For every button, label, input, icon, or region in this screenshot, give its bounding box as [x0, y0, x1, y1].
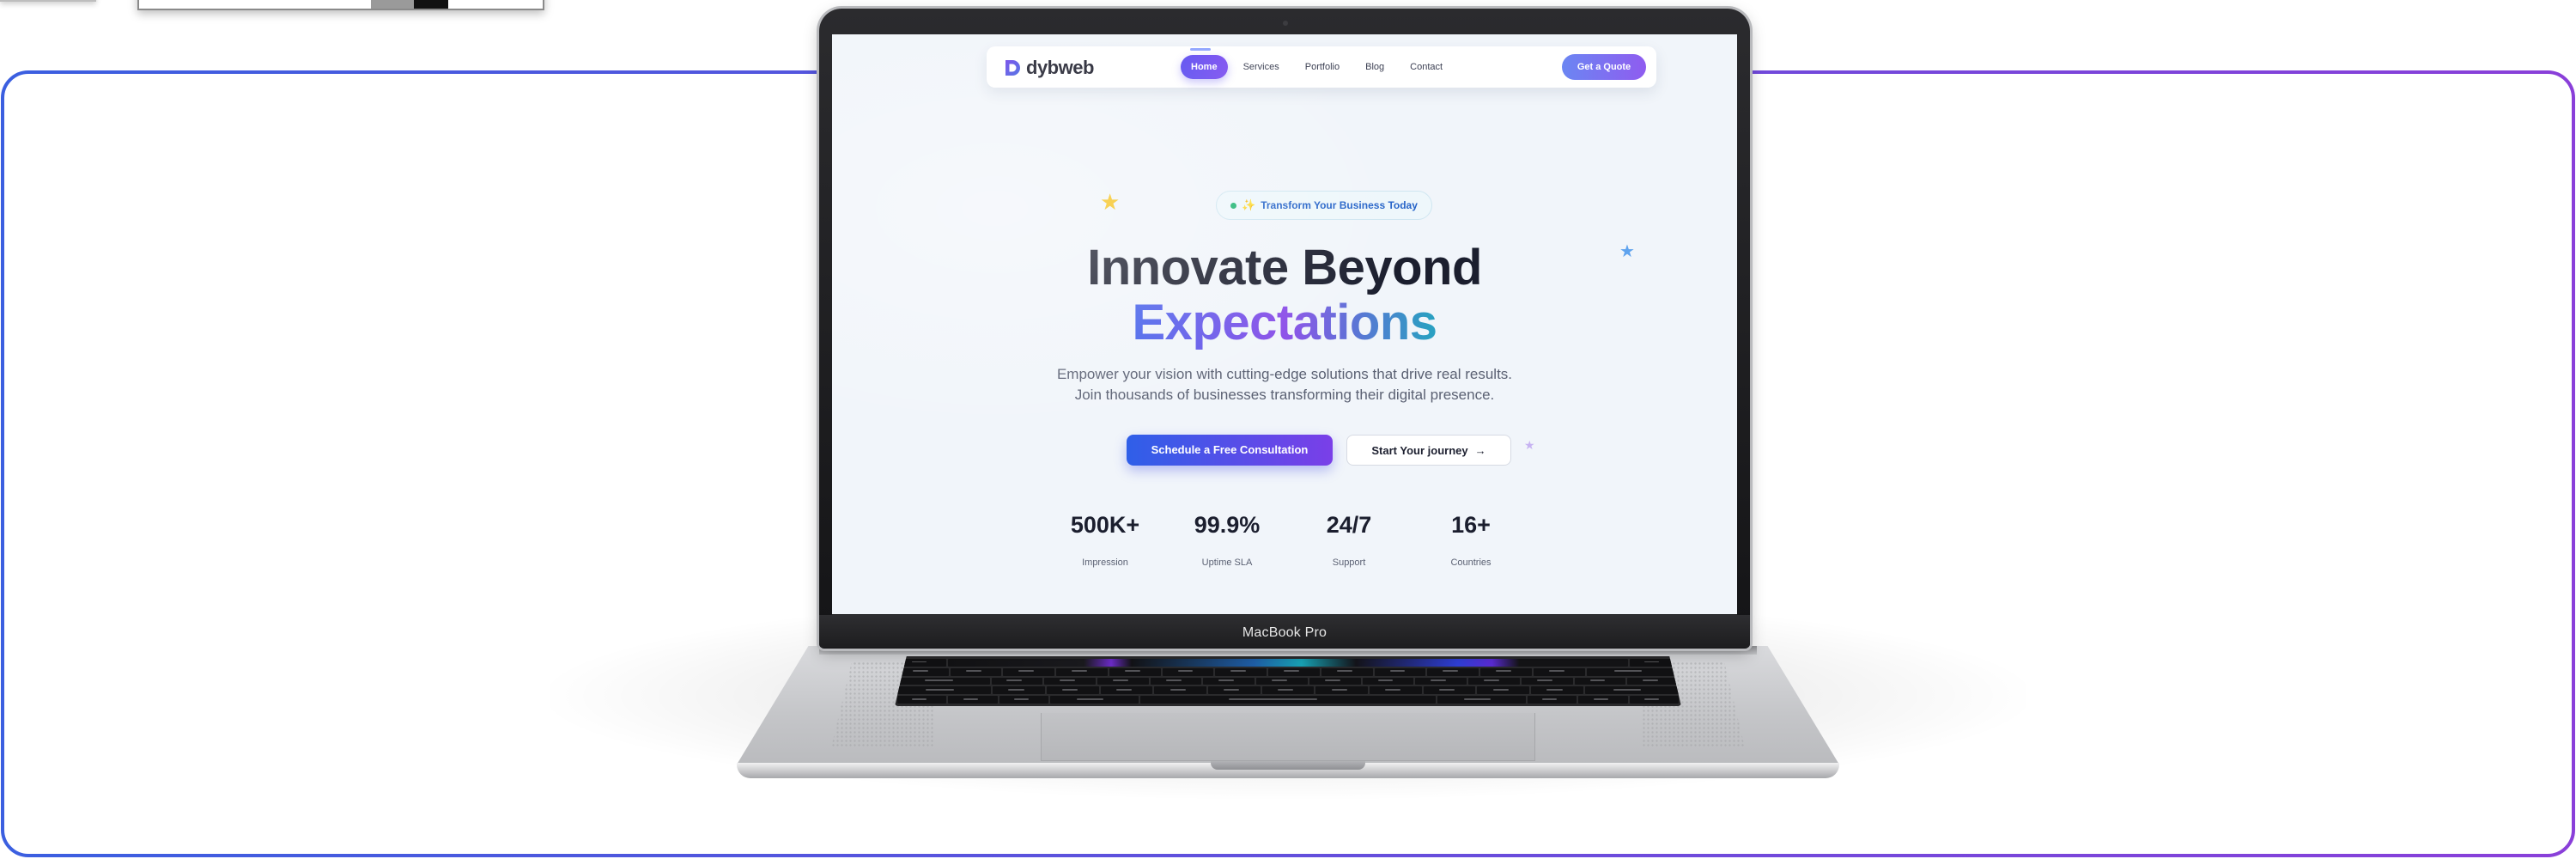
key-row	[897, 677, 1680, 685]
camera-icon	[1283, 21, 1288, 26]
star-icon: ★	[1524, 438, 1535, 452]
nav-link-portfolio[interactable]: Portfolio	[1295, 55, 1350, 79]
brand-name: dybweb	[1026, 57, 1094, 78]
badge-text: Transform Your Business Today	[1261, 199, 1418, 211]
laptop-keyboard	[895, 656, 1681, 706]
nav-links: Home Services Portfolio Blog Contact	[1181, 55, 1453, 79]
nav-link-home[interactable]: Home	[1181, 55, 1228, 79]
hero-title-line1: Innovate Beyond	[1087, 240, 1482, 295]
stat-item: 500K+ Impression	[1049, 512, 1161, 568]
schedule-consultation-button[interactable]: Schedule a Free Consultation	[1127, 435, 1333, 466]
cropped-window-tab	[0, 0, 96, 2]
key-row	[897, 696, 1680, 704]
stat-value: 500K+	[1070, 512, 1140, 538]
stat-value: 99.9%	[1194, 512, 1261, 538]
stat-label: Impression	[1082, 557, 1128, 568]
start-journey-button[interactable]: Start Your journey →	[1346, 435, 1511, 466]
stat-label: Uptime SLA	[1201, 557, 1253, 568]
arrow-right-icon: →	[1474, 443, 1486, 457]
trackpad	[1041, 713, 1535, 761]
active-indicator	[1190, 48, 1211, 51]
nav-link-services[interactable]: Services	[1233, 55, 1290, 79]
stat-item: 99.9% Uptime SLA	[1171, 512, 1283, 568]
cropped-window-fragment	[137, 0, 544, 10]
start-journey-label: Start Your journey	[1371, 443, 1468, 457]
mockup-stage: MacBook Pro dybweb Home Services Portfol…	[0, 0, 2576, 859]
hero-title-line2: Expectations	[832, 294, 1737, 351]
laptop-screen: dybweb Home Services Portfolio Blog Cont…	[832, 34, 1737, 614]
touch-bar	[947, 659, 1629, 667]
lid-opening-notch	[1211, 761, 1365, 770]
sparkle-icon: ✨	[1242, 198, 1256, 211]
stat-label: Countries	[1450, 557, 1492, 568]
hero-subtitle: Empower your vision with cutting-edge so…	[1056, 366, 1513, 403]
laptop-base	[737, 646, 1839, 782]
status-dot-icon	[1230, 202, 1236, 209]
d-logo-icon	[1005, 60, 1020, 76]
get-quote-button[interactable]: Get a Quote	[1562, 54, 1646, 80]
announcement-badge: ✨ Transform Your Business Today	[1216, 191, 1432, 220]
brand-logo[interactable]: dybweb	[1002, 57, 1094, 79]
stat-value: 16+	[1451, 512, 1491, 538]
key-row	[897, 667, 1680, 676]
device-model-label: MacBook Pro	[1242, 625, 1327, 640]
stat-value: 24/7	[1326, 512, 1372, 538]
nav-link-contact[interactable]: Contact	[1400, 55, 1453, 79]
touch-bar-row	[897, 659, 1679, 667]
stat-item: 24/7 Support	[1293, 512, 1405, 568]
key-row	[897, 686, 1680, 695]
stat-label: Support	[1332, 557, 1366, 568]
star-icon: ★	[1100, 189, 1121, 215]
nav-link-blog[interactable]: Blog	[1355, 55, 1394, 79]
cropped-window-block	[414, 0, 448, 9]
site-navbar: dybweb Home Services Portfolio Blog Cont…	[987, 46, 1656, 88]
stat-item: 16+ Countries	[1415, 512, 1527, 568]
